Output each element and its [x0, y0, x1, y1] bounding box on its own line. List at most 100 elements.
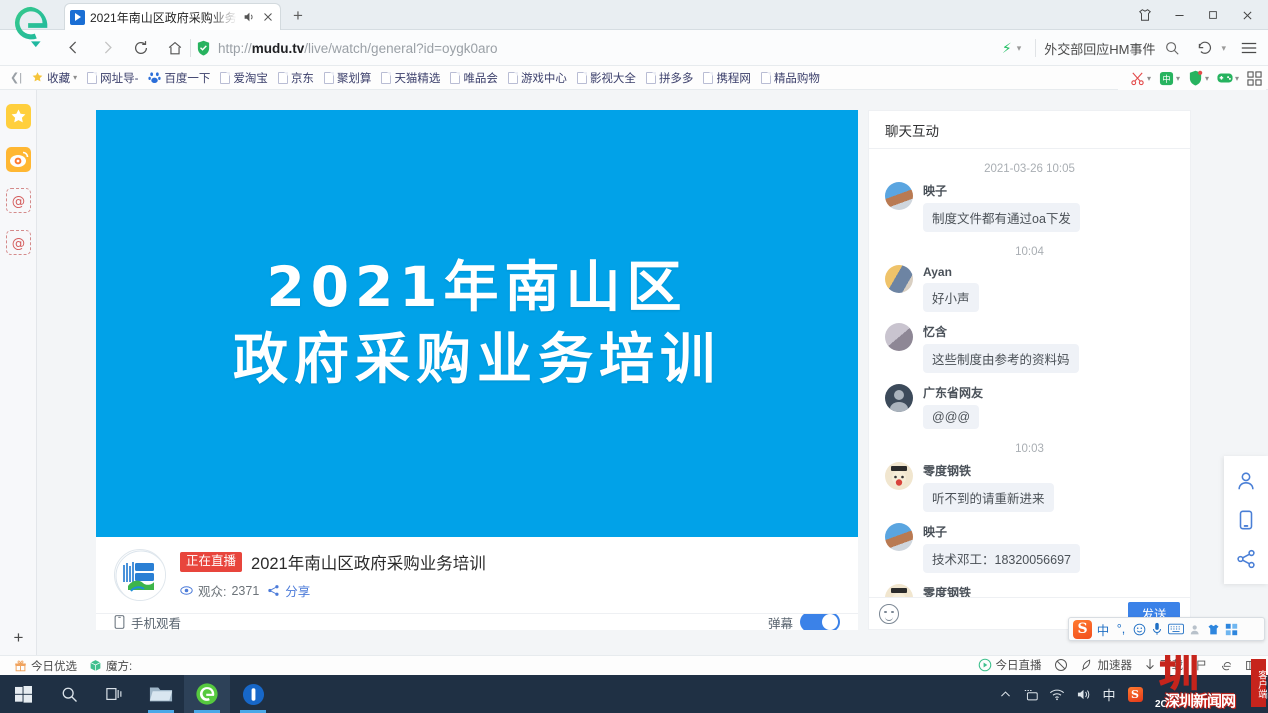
taskbar-search-icon[interactable]: [46, 675, 92, 713]
lightning-icon[interactable]: ⚡: [999, 40, 1015, 57]
star-folder-icon: [32, 72, 43, 82]
at-placeholder-icon[interactable]: @: [6, 188, 31, 213]
ime-keyboard-icon[interactable]: [1168, 623, 1184, 635]
status-mofang[interactable]: 魔方:: [83, 658, 138, 674]
skin-shirt-icon[interactable]: [1128, 0, 1162, 30]
bookmark-item[interactable]: 天猫精选: [376, 67, 445, 89]
bookmark-item[interactable]: 游戏中心: [503, 67, 572, 89]
windows-start-icon[interactable]: [0, 675, 46, 713]
mobile-watch-group[interactable]: 手机观看: [114, 614, 181, 630]
bookmark-item[interactable]: 爱淘宝: [215, 67, 273, 89]
danmu-group[interactable]: 弹幕: [768, 614, 840, 630]
chevron-down-icon[interactable]: ▾: [1017, 43, 1028, 54]
weibo-eye-icon[interactable]: [6, 147, 31, 172]
keyboard-tray-icon[interactable]: [1018, 675, 1044, 713]
search-icon[interactable]: [1157, 33, 1187, 63]
status-flag[interactable]: [1189, 659, 1214, 672]
bookmark-item[interactable]: 携程网: [698, 67, 756, 89]
sogou-tray-icon[interactable]: S: [1122, 675, 1148, 713]
page-icon: [760, 71, 771, 84]
chevron-down-icon[interactable]: ▾: [73, 73, 77, 82]
back-arrow-icon[interactable]: [56, 31, 90, 65]
chevron-down-icon[interactable]: ▾: [1205, 74, 1209, 83]
bookmark-item[interactable]: 拼多多: [641, 67, 699, 89]
reload-icon[interactable]: [124, 31, 158, 65]
bookmark-item[interactable]: 京东: [273, 67, 319, 89]
star-favorites-icon[interactable]: [6, 104, 31, 129]
address-bar[interactable]: http://mudu.tv/live/watch/general?id=oyg…: [196, 30, 936, 66]
new-tab-button[interactable]: +: [288, 7, 308, 27]
chat-panel-header: 聊天互动: [869, 111, 1190, 149]
status-ad-block[interactable]: [1048, 658, 1074, 672]
share-group[interactable]: 分享: [267, 581, 310, 600]
ime-skin-icon[interactable]: [1206, 623, 1220, 636]
status-today-deals[interactable]: 今日优选: [8, 658, 83, 674]
chat-message-author: 零度钢铁: [923, 464, 972, 478]
translate-icon[interactable]: 中 ▾: [1155, 71, 1184, 86]
status-downloads[interactable]: 下载: [1138, 657, 1189, 673]
status-edge[interactable]: [1214, 659, 1239, 672]
collapse-left-icon[interactable]: ❮|: [8, 71, 26, 84]
status-today-live[interactable]: 今日直播: [972, 657, 1048, 673]
status-window-split[interactable]: [1239, 659, 1264, 672]
browser-tab[interactable]: 2021年南山区政府采购业务培: [64, 3, 281, 30]
close-icon[interactable]: [261, 10, 275, 24]
chat-message-text: 这些制度由参考的资料妈: [923, 344, 1079, 373]
office-app-icon[interactable]: [230, 675, 276, 713]
at-placeholder-icon[interactable]: @: [6, 230, 31, 255]
ime-mode-chinese[interactable]: 中: [1096, 620, 1110, 639]
browser-status-right: 今日直播 加速器 下载: [972, 655, 1265, 675]
video-stage[interactable]: 2021年南山区 政府采购业务培训: [96, 110, 858, 537]
forward-arrow-icon[interactable]: [90, 31, 124, 65]
ime-emoji-icon[interactable]: [1132, 623, 1146, 636]
wifi-icon[interactable]: [1044, 675, 1070, 713]
ime-punctuation-icon[interactable]: °,: [1114, 622, 1128, 636]
ime-voice-icon[interactable]: [1150, 622, 1164, 636]
bookmark-item[interactable]: 唯品会: [445, 67, 503, 89]
ime-account-icon[interactable]: [1188, 623, 1202, 636]
minimize-icon[interactable]: [1162, 0, 1196, 30]
hamburger-menu-icon[interactable]: [1234, 33, 1264, 63]
gamepad-icon[interactable]: ▾: [1213, 71, 1243, 85]
chevron-down-icon[interactable]: ▾: [1147, 74, 1151, 83]
page-icon: [703, 71, 714, 84]
url-text: http://mudu.tv/live/watch/general?id=oyg…: [218, 41, 498, 56]
scissors-screenshot-icon[interactable]: ▾: [1126, 71, 1155, 86]
speaker-icon[interactable]: [242, 10, 256, 24]
hot-search-text[interactable]: 外交部回应HM事件: [1044, 39, 1155, 58]
share-nodes-icon[interactable]: [1235, 548, 1257, 570]
window-close-icon[interactable]: [1230, 0, 1264, 30]
chat-message-list[interactable]: 2021-03-26 10:05 映子 制度文件都有通过oa下发 10:04 A…: [869, 149, 1190, 597]
volume-icon[interactable]: [1070, 675, 1096, 713]
task-view-icon[interactable]: [92, 675, 138, 713]
file-explorer-icon[interactable]: [138, 675, 184, 713]
sogou-ime-bar[interactable]: S 中 °, ▾: [1068, 617, 1265, 641]
bookmark-favorites[interactable]: 收藏 ▾: [26, 67, 82, 89]
ad-block-icon: [1054, 659, 1067, 671]
chat-message: 广东省网友 @@@: [869, 381, 1190, 437]
apps-grid-icon[interactable]: [1243, 70, 1266, 86]
bookmark-item[interactable]: 网址导-: [82, 67, 143, 89]
bookmark-item[interactable]: 精品购物: [756, 67, 825, 89]
ime-chinese-icon[interactable]: 中: [1096, 675, 1122, 713]
chevron-up-icon[interactable]: [992, 675, 1018, 713]
chevron-down-icon[interactable]: ▾: [1176, 74, 1180, 83]
bookmark-item[interactable]: 影视大全: [572, 67, 641, 89]
bookmark-item[interactable]: 聚划算: [319, 67, 377, 89]
360-browser-icon[interactable]: [184, 675, 230, 713]
home-icon[interactable]: [158, 31, 192, 65]
danmu-toggle[interactable]: [800, 614, 840, 630]
ime-toolbox-icon[interactable]: [1224, 623, 1238, 636]
mobile-phone-icon[interactable]: [1235, 509, 1257, 531]
undo-caret-icon[interactable]: ▾: [1221, 43, 1232, 54]
chevron-down-icon[interactable]: ▾: [1235, 74, 1239, 83]
maximize-icon[interactable]: [1196, 0, 1230, 30]
person-icon[interactable]: [1235, 470, 1257, 492]
bookmark-item[interactable]: 百度一下: [143, 67, 215, 89]
chat-message-author: 映子: [923, 184, 948, 198]
emoji-smiley-icon[interactable]: [879, 603, 899, 624]
undo-icon[interactable]: [1189, 33, 1219, 63]
status-accelerator[interactable]: 加速器: [1074, 657, 1139, 673]
shield-green-icon[interactable]: ▾: [1184, 70, 1213, 86]
add-sidebar-item-button[interactable]: +: [0, 627, 37, 649]
